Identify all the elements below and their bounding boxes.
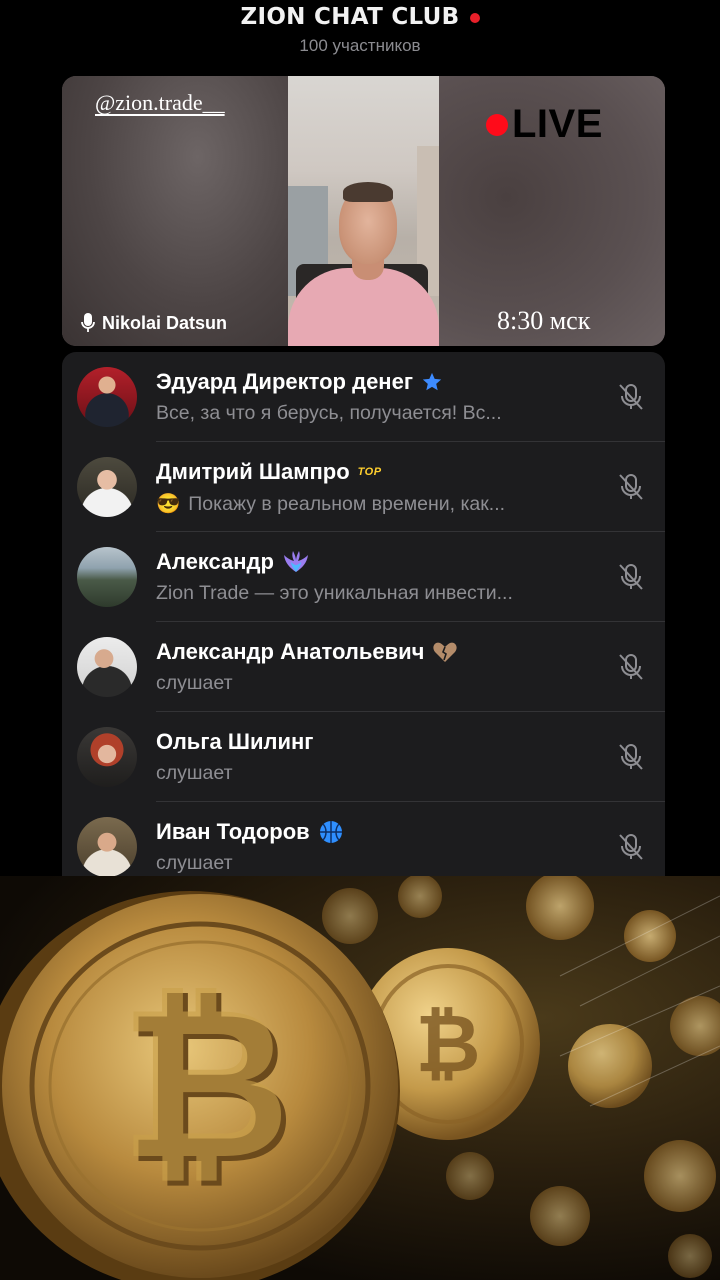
participant-name-line: Александр (156, 549, 310, 575)
avatar[interactable] (77, 817, 137, 876)
participant-status-text: слушает (156, 672, 233, 694)
participant-row[interactable]: Эдуард Директор денег Все, за что я беру… (62, 352, 665, 442)
avatar[interactable] (77, 547, 137, 607)
microphone-icon (81, 313, 95, 332)
mic-muted-icon[interactable] (615, 831, 647, 863)
participant-status: слушает (156, 762, 233, 785)
live-dot-icon (486, 113, 508, 136)
participant-name: Дмитрий Шампро (156, 459, 350, 484)
svg-text:₿: ₿ (119, 961, 290, 1206)
svg-text:₿: ₿ (415, 997, 480, 1090)
basketball-icon (319, 821, 342, 843)
participant-row[interactable]: Александр Анатольевич слушает (62, 622, 665, 712)
participant-name: Ольга Шилинг (156, 729, 314, 754)
chat-title[interactable]: ZION CHAT CLUB (240, 4, 459, 30)
participant-status-text: Zion Trade — это уникальная инвести... (156, 582, 513, 604)
participant-name: Иван Тодоров (156, 819, 310, 844)
participant-row[interactable]: Дмитрий Шампро TOP 😎 Покажу в реальном в… (62, 442, 665, 532)
speaker-label: Nikolai Datsun (80, 312, 227, 334)
participants-list: Эдуард Директор денег Все, за что я беру… (62, 352, 665, 876)
instagram-handle: @zion.trade__ (95, 90, 225, 115)
stream-time: 8:30 мск (497, 306, 591, 335)
participant-name-line: Ольга Шилинг (156, 729, 313, 755)
mic-muted-icon[interactable] (615, 741, 647, 773)
broken-heart-icon (433, 642, 458, 662)
participant-name: Александр Анатольевич (156, 639, 425, 664)
participant-row[interactable]: Иван Тодоров слушает (62, 802, 665, 876)
speaker-video-frame (288, 76, 439, 346)
mic-muted-icon[interactable] (615, 561, 647, 593)
participant-row[interactable]: Ольга Шилинг слушает (62, 712, 665, 802)
participant-status: слушает (156, 852, 233, 875)
avatar[interactable] (77, 727, 137, 787)
mic-muted-icon[interactable] (615, 381, 647, 413)
participants-count: 100 участников (299, 36, 421, 55)
avatar[interactable] (77, 457, 137, 517)
video-stream[interactable]: @zion.trade__ LIVE Nikolai Datsun 8:30 м… (62, 76, 665, 346)
participant-name-line: Александр Анатольевич (156, 639, 458, 665)
participant-status: Zion Trade — это уникальная инвести... (156, 582, 513, 605)
bitcoin-coins-illustration: ₿ ₿ ₿ (0, 876, 720, 1280)
live-label: LIVE (512, 102, 603, 146)
avatar[interactable] (77, 637, 137, 697)
participant-status-text: слушает (156, 762, 233, 784)
mic-muted-icon[interactable] (615, 471, 647, 503)
participant-name: Эдуард Директор денег (156, 369, 413, 394)
participant-status-text: Все, за что я берусь, получается! Вс... (156, 402, 502, 424)
participant-status-text: слушает (156, 852, 233, 874)
participant-status: 😎 Покажу в реальном времени, как... (156, 492, 505, 516)
participant-name: Александр (156, 549, 274, 574)
phoenix-icon (283, 551, 308, 572)
participant-name-line: Иван Тодоров (156, 819, 344, 845)
mic-muted-icon[interactable] (615, 651, 647, 683)
participant-status: слушает (156, 672, 233, 695)
bitcoin-coins-image: ₿ ₿ ₿ (0, 876, 720, 1280)
participant-name-line: Эдуард Директор денег (156, 369, 443, 395)
top-badge-icon: TOP (357, 466, 382, 478)
participant-status: Все, за что я берусь, получается! Вс... (156, 402, 502, 425)
live-indicator: LIVE (486, 102, 603, 147)
speaker-hair (343, 182, 393, 202)
video-blur-left (62, 76, 288, 346)
large-bitcoin-coin: ₿ ₿ (0, 891, 400, 1280)
chat-header: ZION CHAT CLUB 100 участников (0, 0, 720, 70)
avatar[interactable] (77, 367, 137, 427)
participant-status-text: Покажу в реальном времени, как... (188, 492, 506, 515)
participant-row[interactable]: Александр Zion Trade — это уникальная ин… (62, 532, 665, 622)
title-row: ZION CHAT CLUB (0, 4, 720, 30)
star-icon (422, 372, 442, 391)
recording-dot-icon (469, 13, 480, 23)
speaker-name: Nikolai Datsun (102, 312, 228, 333)
sunglasses-emoji-icon: 😎 (156, 493, 181, 515)
participant-name-line: Дмитрий Шампро TOP (156, 459, 382, 485)
